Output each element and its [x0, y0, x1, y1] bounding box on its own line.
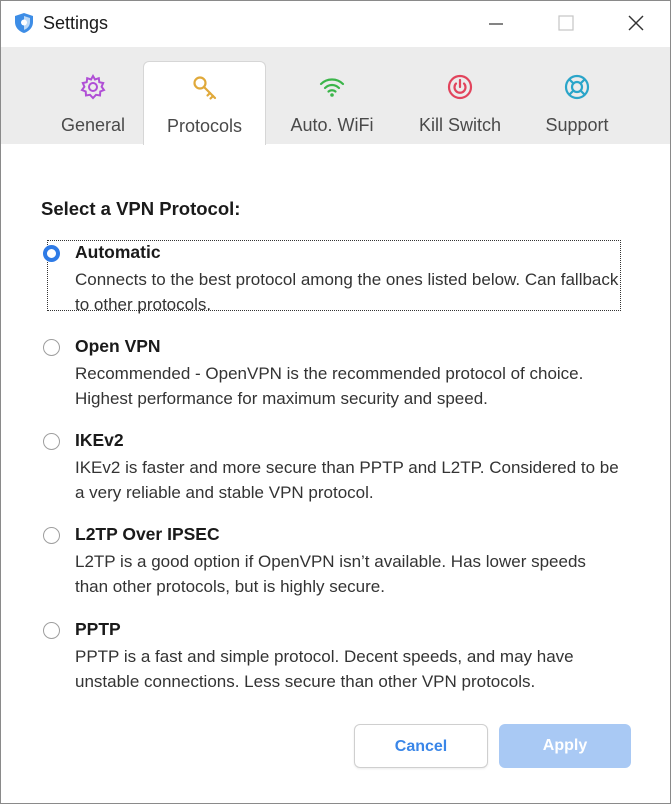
protocol-option-openvpn[interactable]: Open VPN Recommended - OpenVPN is the re…	[41, 336, 631, 408]
wifi-icon	[318, 73, 346, 101]
option-description: L2TP is a good option if OpenVPN isn’t a…	[75, 552, 586, 596]
radio-button[interactable]	[43, 527, 60, 544]
tab-kill-switch[interactable]: Kill Switch	[403, 47, 517, 144]
radio-button[interactable]	[43, 433, 60, 450]
gear-icon	[79, 73, 107, 101]
tab-general[interactable]: General	[41, 47, 145, 144]
title-bar: Settings	[1, 1, 670, 47]
tab-auto-wifi[interactable]: Auto. WiFi	[273, 47, 391, 144]
cancel-button[interactable]: Cancel	[354, 724, 488, 768]
apply-button[interactable]: Apply	[499, 724, 631, 768]
protocol-option-automatic[interactable]: Automatic Connects to the best protocol …	[41, 242, 631, 314]
tab-bar: General Protocols Auto. WiFi Kill Switch…	[1, 47, 670, 145]
key-icon	[191, 74, 219, 102]
window-title: Settings	[43, 13, 109, 33]
close-icon	[628, 15, 644, 31]
radio-button[interactable]	[43, 622, 60, 639]
option-description: Connects to the best protocol among the …	[75, 270, 619, 314]
settings-window: Settings General Protocols Auto. WiFi Ki…	[0, 0, 671, 804]
option-name: IKEv2	[75, 430, 124, 450]
option-description: Recommended - OpenVPN is the recommended…	[75, 364, 584, 408]
tab-label: Support	[545, 115, 609, 135]
shield-icon	[13, 12, 35, 34]
protocol-option-ikev2[interactable]: IKEv2 IKEv2 is faster and more secure th…	[41, 430, 631, 502]
maximize-button[interactable]	[531, 1, 601, 47]
radio-button[interactable]	[43, 339, 60, 356]
tab-protocols[interactable]: Protocols	[143, 61, 266, 145]
tab-support[interactable]: Support	[527, 47, 627, 144]
option-description: PPTP is a fast and simple protocol. Dece…	[75, 647, 574, 691]
tab-label: Protocols	[166, 116, 243, 136]
protocol-option-l2tp[interactable]: L2TP Over IPSEC L2TP is a good option if…	[41, 524, 631, 596]
close-button[interactable]	[601, 1, 670, 47]
option-name: PPTP	[75, 619, 121, 639]
protocol-option-pptp[interactable]: PPTP PPTP is a fast and simple protocol.…	[41, 619, 631, 691]
option-name: Automatic	[75, 242, 161, 262]
maximize-icon	[558, 15, 574, 31]
tab-label: Kill Switch	[418, 115, 502, 135]
option-description: IKEv2 is faster and more secure than PPT…	[75, 458, 619, 502]
lifebuoy-icon	[563, 73, 591, 101]
option-name: Open VPN	[75, 336, 161, 356]
radio-button-checked[interactable]	[43, 245, 60, 262]
tab-label: General	[60, 115, 126, 135]
section-title: Select a VPN Protocol:	[41, 198, 241, 219]
option-name: L2TP Over IPSEC	[75, 524, 220, 544]
minimize-button[interactable]	[461, 1, 531, 47]
minimize-icon	[489, 23, 503, 25]
power-icon	[446, 73, 474, 101]
tab-label: Auto. WiFi	[290, 115, 374, 135]
